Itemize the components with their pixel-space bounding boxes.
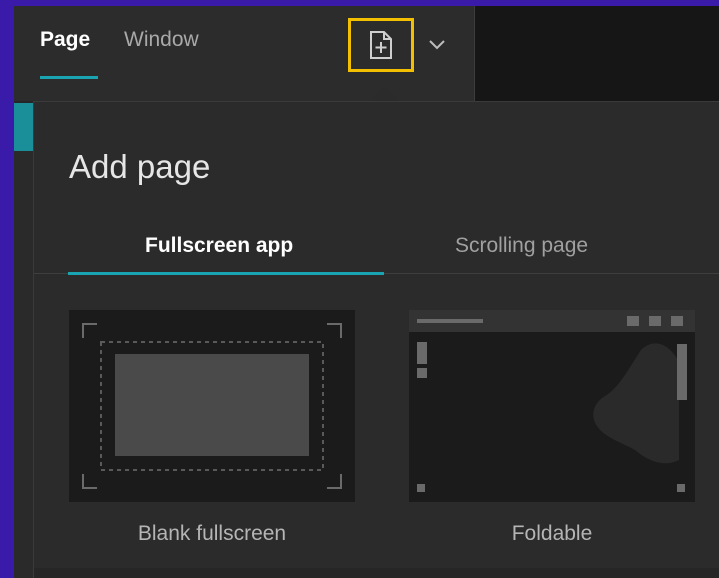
template-label: Foldable xyxy=(511,522,593,545)
blank-fullscreen-thumbnail xyxy=(69,310,355,502)
tab-window[interactable]: Window xyxy=(124,28,199,52)
tab-page[interactable]: Page xyxy=(40,28,90,52)
popover-bottom-edge xyxy=(34,568,719,578)
foldable-preview xyxy=(409,310,695,492)
tab-fullscreen-underline xyxy=(68,272,384,275)
canvas-selection-accent xyxy=(14,103,34,151)
template-blank-fullscreen[interactable]: Blank fullscreen xyxy=(69,310,355,545)
blank-fullscreen-preview xyxy=(82,323,342,489)
tab-page-underline xyxy=(40,76,98,79)
toolbar: Page Window xyxy=(14,6,475,101)
tab-scrolling-page[interactable]: Scrolling page xyxy=(455,234,588,258)
canvas-edge xyxy=(14,103,34,578)
popover-arrow xyxy=(369,86,401,102)
add-page-dropdown[interactable] xyxy=(424,32,450,58)
foldable-thumbnail xyxy=(409,310,695,502)
tab-fullscreen-app[interactable]: Fullscreen app xyxy=(145,234,293,258)
top-bar: Page Window xyxy=(14,6,719,101)
popover-title: Add page xyxy=(69,148,211,185)
add-page-icon xyxy=(370,31,392,59)
chevron-down-icon xyxy=(429,40,445,50)
app-frame: Page Window Add page Fullscreen app Scro… xyxy=(14,6,719,578)
template-foldable[interactable]: Foldable xyxy=(409,310,695,545)
template-label: Blank fullscreen xyxy=(137,522,287,545)
add-page-popover: Add page Fullscreen app Scrolling page B… xyxy=(33,101,719,578)
add-page-button[interactable] xyxy=(348,18,414,72)
